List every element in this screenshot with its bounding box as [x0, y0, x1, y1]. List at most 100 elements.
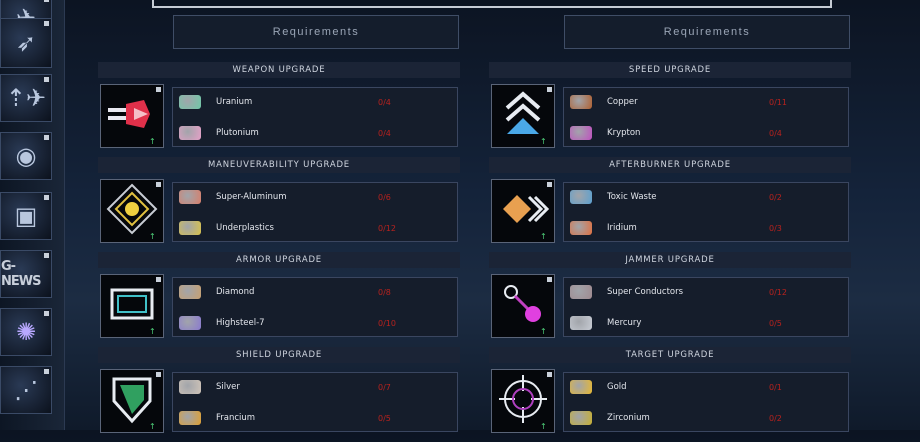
material-icon [179, 411, 201, 425]
materials-panel: Super-Aluminum 0/6 Underplastics 0/12 [172, 182, 458, 242]
requirements-header-right: Requirements [564, 15, 850, 49]
material-quantity: 0/4 [378, 128, 391, 138]
upgrade-block: SPEED UPGRADE ↑ Copper 0/11 Krypton 0/4 [489, 62, 851, 157]
sidebar-orb-button[interactable]: ✺ [0, 308, 52, 356]
upgrade-arrow-icon: ↑ [149, 137, 156, 146]
sidebar-radar-button[interactable]: ◉ [0, 132, 52, 180]
material-name: Iridium [607, 223, 637, 233]
materials-panel: Uranium 0/4 Plutonium 0/4 [172, 87, 458, 147]
material-row: Toxic Waste 0/2 [564, 187, 848, 207]
material-row: Super-Aluminum 0/6 [173, 187, 457, 207]
sidebar-cargo-button[interactable]: ▣ [0, 192, 52, 240]
material-quantity: 0/12 [378, 223, 396, 233]
material-quantity: 0/2 [769, 192, 782, 202]
material-row: Uranium 0/4 [173, 92, 457, 112]
upgrade-title: TARGET UPGRADE [489, 347, 851, 363]
upgrade-block: MANEUVERABILITY UPGRADE ↑ Super-Aluminum 0/… [98, 157, 460, 252]
upgrade-arrow-icon: ↑ [540, 137, 547, 146]
material-quantity: 0/3 [769, 223, 782, 233]
material-icon [179, 126, 201, 140]
upgrade-title: MANEUVERABILITY UPGRADE [98, 157, 460, 173]
material-name: Zirconium [607, 413, 650, 423]
right-upgrade-column: SPEED UPGRADE ↑ Copper 0/11 Krypton 0/4 AFTERB… [489, 62, 851, 442]
material-row: Highsteel-7 0/10 [173, 313, 457, 333]
material-icon [179, 95, 201, 109]
upgrade-icon-button[interactable]: ↑ [491, 84, 555, 148]
satellite-icon: ⋰ [14, 376, 38, 404]
sidebar-fighter-button[interactable]: ➶ [0, 18, 52, 68]
upgrade-block: JAMMER UPGRADE ↑ Super Conductors 0/12 Mercu… [489, 252, 851, 347]
material-name: Diamond [216, 287, 255, 297]
upgrade-icon-button[interactable]: ↑ [100, 369, 164, 433]
material-name: Gold [607, 382, 627, 392]
upgrade-arrow-icon: ↑ [149, 327, 156, 336]
material-name: Silver [216, 382, 240, 392]
material-icon [179, 285, 201, 299]
materials-panel: Super Conductors 0/12 Mercury 0/5 [563, 277, 849, 337]
material-name: Copper [607, 97, 638, 107]
upgrade-title: ARMOR UPGRADE [98, 252, 460, 268]
material-name: Francium [216, 413, 256, 423]
material-quantity: 0/10 [378, 318, 396, 328]
material-quantity: 0/1 [769, 382, 782, 392]
material-name: Underplastics [216, 223, 274, 233]
upgrade-block: TARGET UPGRADE ↑ Gold 0/1 Zirconium 0/2 [489, 347, 851, 442]
material-icon [570, 126, 592, 140]
material-icon [179, 316, 201, 330]
material-icon [570, 411, 592, 425]
material-name: Plutonium [216, 128, 259, 138]
material-icon [179, 190, 201, 204]
upgrade-block: ARMOR UPGRADE ↑ Diamond 0/8 Highsteel-7 0/10 [98, 252, 460, 347]
upgrade-icon-button[interactable]: ↑ [100, 84, 164, 148]
material-quantity: 0/8 [378, 287, 391, 297]
materials-panel: Silver 0/7 Francium 0/5 [172, 372, 458, 432]
requirements-header-left: Requirements [173, 15, 459, 49]
fighter-icon: ➶ [15, 29, 37, 57]
upgrade-title: SPEED UPGRADE [489, 62, 851, 78]
upgrade-icon-button[interactable]: ↑ [100, 274, 164, 338]
sidebar-gnews-button[interactable]: G-NEWS [0, 250, 52, 298]
orb-icon: ✺ [15, 318, 37, 346]
upgrade-arrow-icon: ↑ [540, 327, 547, 336]
material-quantity: 0/11 [769, 97, 787, 107]
material-row: Super Conductors 0/12 [564, 282, 848, 302]
upgrade-title: WEAPON UPGRADE [98, 62, 460, 78]
material-quantity: 0/5 [769, 318, 782, 328]
upgrade-title: SHIELD UPGRADE [98, 347, 460, 363]
material-name: Highsteel-7 [216, 318, 265, 328]
materials-panel: Gold 0/1 Zirconium 0/2 [563, 372, 849, 432]
sidebar-satellite-button[interactable]: ⋰ [0, 366, 52, 414]
material-icon [570, 190, 592, 204]
upgrade-icon-button[interactable]: ↑ [491, 369, 555, 433]
material-quantity: 0/4 [378, 97, 391, 107]
upgrade-title: JAMMER UPGRADE [489, 252, 851, 268]
material-row: Francium 0/5 [173, 408, 457, 428]
upgrade-icon-button[interactable]: ↑ [491, 179, 555, 243]
material-row: Silver 0/7 [173, 377, 457, 397]
sidebar-upgrade-button[interactable]: ⇡✈ [0, 74, 52, 122]
material-icon [570, 316, 592, 330]
material-row: Underplastics 0/12 [173, 218, 457, 238]
sidebar: ✈ ➶ ⇡✈ ◉ ▣ G-NEWS ✺ ⋰ [0, 0, 65, 430]
material-row: Copper 0/11 [564, 92, 848, 112]
material-name: Super Conductors [607, 287, 684, 297]
material-quantity: 0/5 [378, 413, 391, 423]
upgrade-icon-button[interactable]: ↑ [491, 274, 555, 338]
material-row: Plutonium 0/4 [173, 123, 457, 143]
material-quantity: 0/4 [769, 128, 782, 138]
upgrade-block: WEAPON UPGRADE ↑ Uranium 0/4 Plutonium 0/4 [98, 62, 460, 157]
material-quantity: 0/6 [378, 192, 391, 202]
material-name: Super-Aluminum [216, 192, 287, 202]
material-icon [570, 380, 592, 394]
material-name: Krypton [607, 128, 641, 138]
left-upgrade-column: WEAPON UPGRADE ↑ Uranium 0/4 Plutonium 0/4 MAN… [98, 62, 460, 442]
material-quantity: 0/7 [378, 382, 391, 392]
material-row: Gold 0/1 [564, 377, 848, 397]
upgrade-icon-button[interactable]: ↑ [100, 179, 164, 243]
material-icon [570, 285, 592, 299]
upgrade-arrow-icon: ↑ [540, 232, 547, 241]
material-row: Diamond 0/8 [173, 282, 457, 302]
material-row: Iridium 0/3 [564, 218, 848, 238]
material-row: Mercury 0/5 [564, 313, 848, 333]
material-icon [570, 95, 592, 109]
